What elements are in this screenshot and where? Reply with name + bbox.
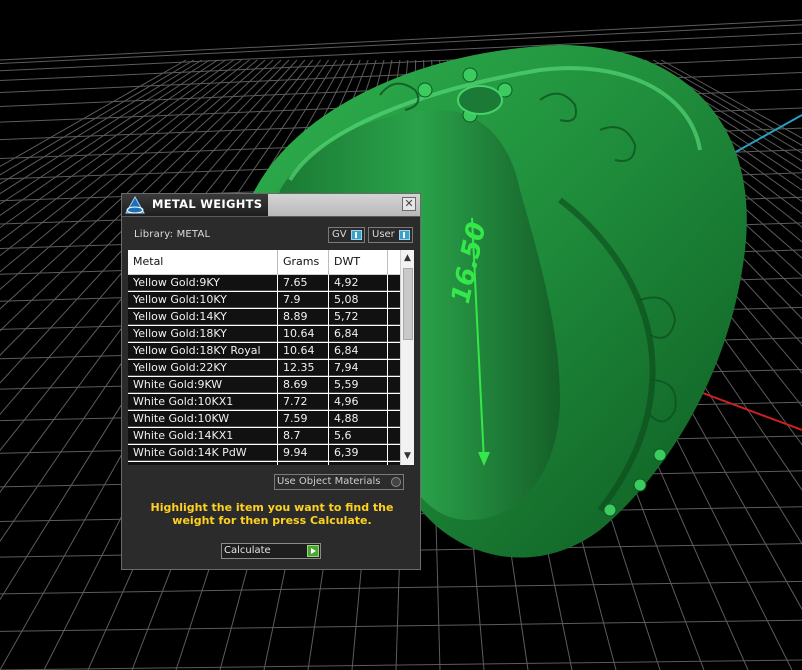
column-header-dwt[interactable]: DWT bbox=[329, 250, 388, 274]
scroll-thumb[interactable] bbox=[403, 268, 413, 340]
grams-cell: 8.89 bbox=[278, 309, 329, 325]
metal-cell: White Gold:14KX1 bbox=[128, 428, 278, 444]
scroll-up-icon[interactable]: ▲ bbox=[401, 252, 414, 265]
grams-cell: 7.73 bbox=[278, 462, 329, 465]
dialog-title: METAL WEIGHTS bbox=[152, 197, 263, 211]
table-row[interactable]: Yellow Gold:18KY 10.64 6,84 bbox=[128, 326, 400, 342]
gv-toggle-label: GV bbox=[332, 229, 347, 240]
spacer-cell bbox=[388, 394, 400, 410]
dwt-cell: 4,88 bbox=[329, 411, 388, 427]
spacer-cell bbox=[388, 292, 400, 308]
metal-cell: Yellow Gold:22KY bbox=[128, 360, 278, 376]
spacer-cell bbox=[388, 377, 400, 393]
metal-cell: Yellow Gold:18KY bbox=[128, 326, 278, 342]
metal-cell: White Gold:9KW bbox=[128, 377, 278, 393]
spacer-cell bbox=[388, 275, 400, 291]
dwt-cell: 6,84 bbox=[329, 343, 388, 359]
table-row[interactable]: White Gold:14K PdW 9.94 6,39 bbox=[128, 445, 400, 461]
grams-cell: 7.59 bbox=[278, 411, 329, 427]
dwt-cell: 5,08 bbox=[329, 292, 388, 308]
dwt-cell: 4,96 bbox=[329, 394, 388, 410]
calculate-button[interactable]: Calculate bbox=[221, 543, 321, 559]
spacer-cell bbox=[388, 360, 400, 376]
metal-cell: White Gold:14KW bbox=[128, 462, 278, 465]
table-row[interactable]: Yellow Gold:22KY 12.35 7,94 bbox=[128, 360, 400, 376]
metal-cell: Yellow Gold:9KY bbox=[128, 275, 278, 291]
grams-cell: 7.9 bbox=[278, 292, 329, 308]
spacer-cell bbox=[388, 445, 400, 461]
table-row[interactable]: White Gold:9KW 8.69 5,59 bbox=[128, 377, 400, 393]
dwt-cell: 4,92 bbox=[329, 275, 388, 291]
instruction-text: Highlight the item you want to find the … bbox=[150, 501, 394, 527]
spacer-cell bbox=[388, 326, 400, 342]
gv-toggle[interactable]: GV bbox=[328, 227, 365, 243]
spacer-cell bbox=[388, 428, 400, 444]
calculate-label: Calculate bbox=[224, 545, 271, 556]
close-icon[interactable]: ✕ bbox=[402, 197, 416, 211]
table-row[interactable]: Yellow Gold:18KY Royal 10.64 6,84 bbox=[128, 343, 400, 359]
library-label: Library: METAL bbox=[134, 229, 211, 240]
app-logo-icon bbox=[125, 195, 145, 214]
metal-cell: White Gold:10KW bbox=[128, 411, 278, 427]
grams-cell: 10.64 bbox=[278, 343, 329, 359]
dwt-cell: 4,98 bbox=[329, 462, 388, 465]
dwt-cell: 5,72 bbox=[329, 309, 388, 325]
column-header-metal[interactable]: Metal bbox=[128, 250, 278, 274]
metal-cell: White Gold:14K PdW bbox=[128, 445, 278, 461]
grams-cell: 8.7 bbox=[278, 428, 329, 444]
toggle-knob-icon bbox=[399, 230, 410, 240]
use-object-materials-label: Use Object Materials bbox=[277, 476, 381, 487]
metals-table[interactable]: Metal Grams DWT Yellow Gold:9KY 7.65 4,92 Y… bbox=[128, 250, 414, 465]
user-toggle[interactable]: User bbox=[368, 227, 413, 243]
user-toggle-label: User bbox=[372, 229, 395, 240]
metal-cell: Yellow Gold:14KY bbox=[128, 309, 278, 325]
spacer-cell bbox=[388, 462, 400, 465]
spacer-cell bbox=[388, 309, 400, 325]
grams-cell: 9.94 bbox=[278, 445, 329, 461]
table-row[interactable]: Yellow Gold:10KY 7.9 5,08 bbox=[128, 292, 400, 308]
spacer-cell bbox=[388, 411, 400, 427]
dwt-cell: 5,6 bbox=[329, 428, 388, 444]
use-object-materials-button[interactable]: Use Object Materials bbox=[274, 474, 404, 490]
table-header: Metal Grams DWT bbox=[128, 250, 400, 275]
metal-cell: White Gold:10KX1 bbox=[128, 394, 278, 410]
dwt-cell: 7,94 bbox=[329, 360, 388, 376]
table-row[interactable]: Yellow Gold:14KY 8.89 5,72 bbox=[128, 309, 400, 325]
table-row[interactable]: White Gold:14KW7.734,98 bbox=[128, 462, 400, 465]
dwt-cell: 6,39 bbox=[329, 445, 388, 461]
toggle-knob-icon bbox=[351, 230, 362, 240]
column-header-grams[interactable]: Grams bbox=[278, 250, 329, 274]
metal-cell: Yellow Gold:10KY bbox=[128, 292, 278, 308]
table-row[interactable]: White Gold:10KX1 7.72 4,96 bbox=[128, 394, 400, 410]
metal-weights-dialog: METAL WEIGHTS ✕ Library: METAL GV User M… bbox=[121, 193, 421, 570]
grams-cell: 8.69 bbox=[278, 377, 329, 393]
grams-cell: 7.72 bbox=[278, 394, 329, 410]
dialog-titlebar[interactable]: METAL WEIGHTS ✕ bbox=[122, 194, 420, 217]
grams-cell: 7.65 bbox=[278, 275, 329, 291]
dwt-cell: 5,59 bbox=[329, 377, 388, 393]
grams-cell: 10.64 bbox=[278, 326, 329, 342]
table-row[interactable]: White Gold:10KW 7.59 4,88 bbox=[128, 411, 400, 427]
table-row[interactable]: White Gold:14KX1 8.7 5,6 bbox=[128, 428, 400, 444]
scroll-down-icon[interactable]: ▼ bbox=[401, 450, 414, 463]
radio-circle-icon bbox=[391, 477, 401, 487]
table-row[interactable]: Yellow Gold:9KY 7.65 4,92 bbox=[128, 275, 400, 291]
dwt-cell: 6,84 bbox=[329, 326, 388, 342]
metal-cell: Yellow Gold:18KY Royal bbox=[128, 343, 278, 359]
table-scrollbar[interactable]: ▲ ▼ bbox=[400, 250, 414, 465]
grams-cell: 12.35 bbox=[278, 360, 329, 376]
play-arrow-icon bbox=[307, 545, 319, 557]
spacer-cell bbox=[388, 343, 400, 359]
